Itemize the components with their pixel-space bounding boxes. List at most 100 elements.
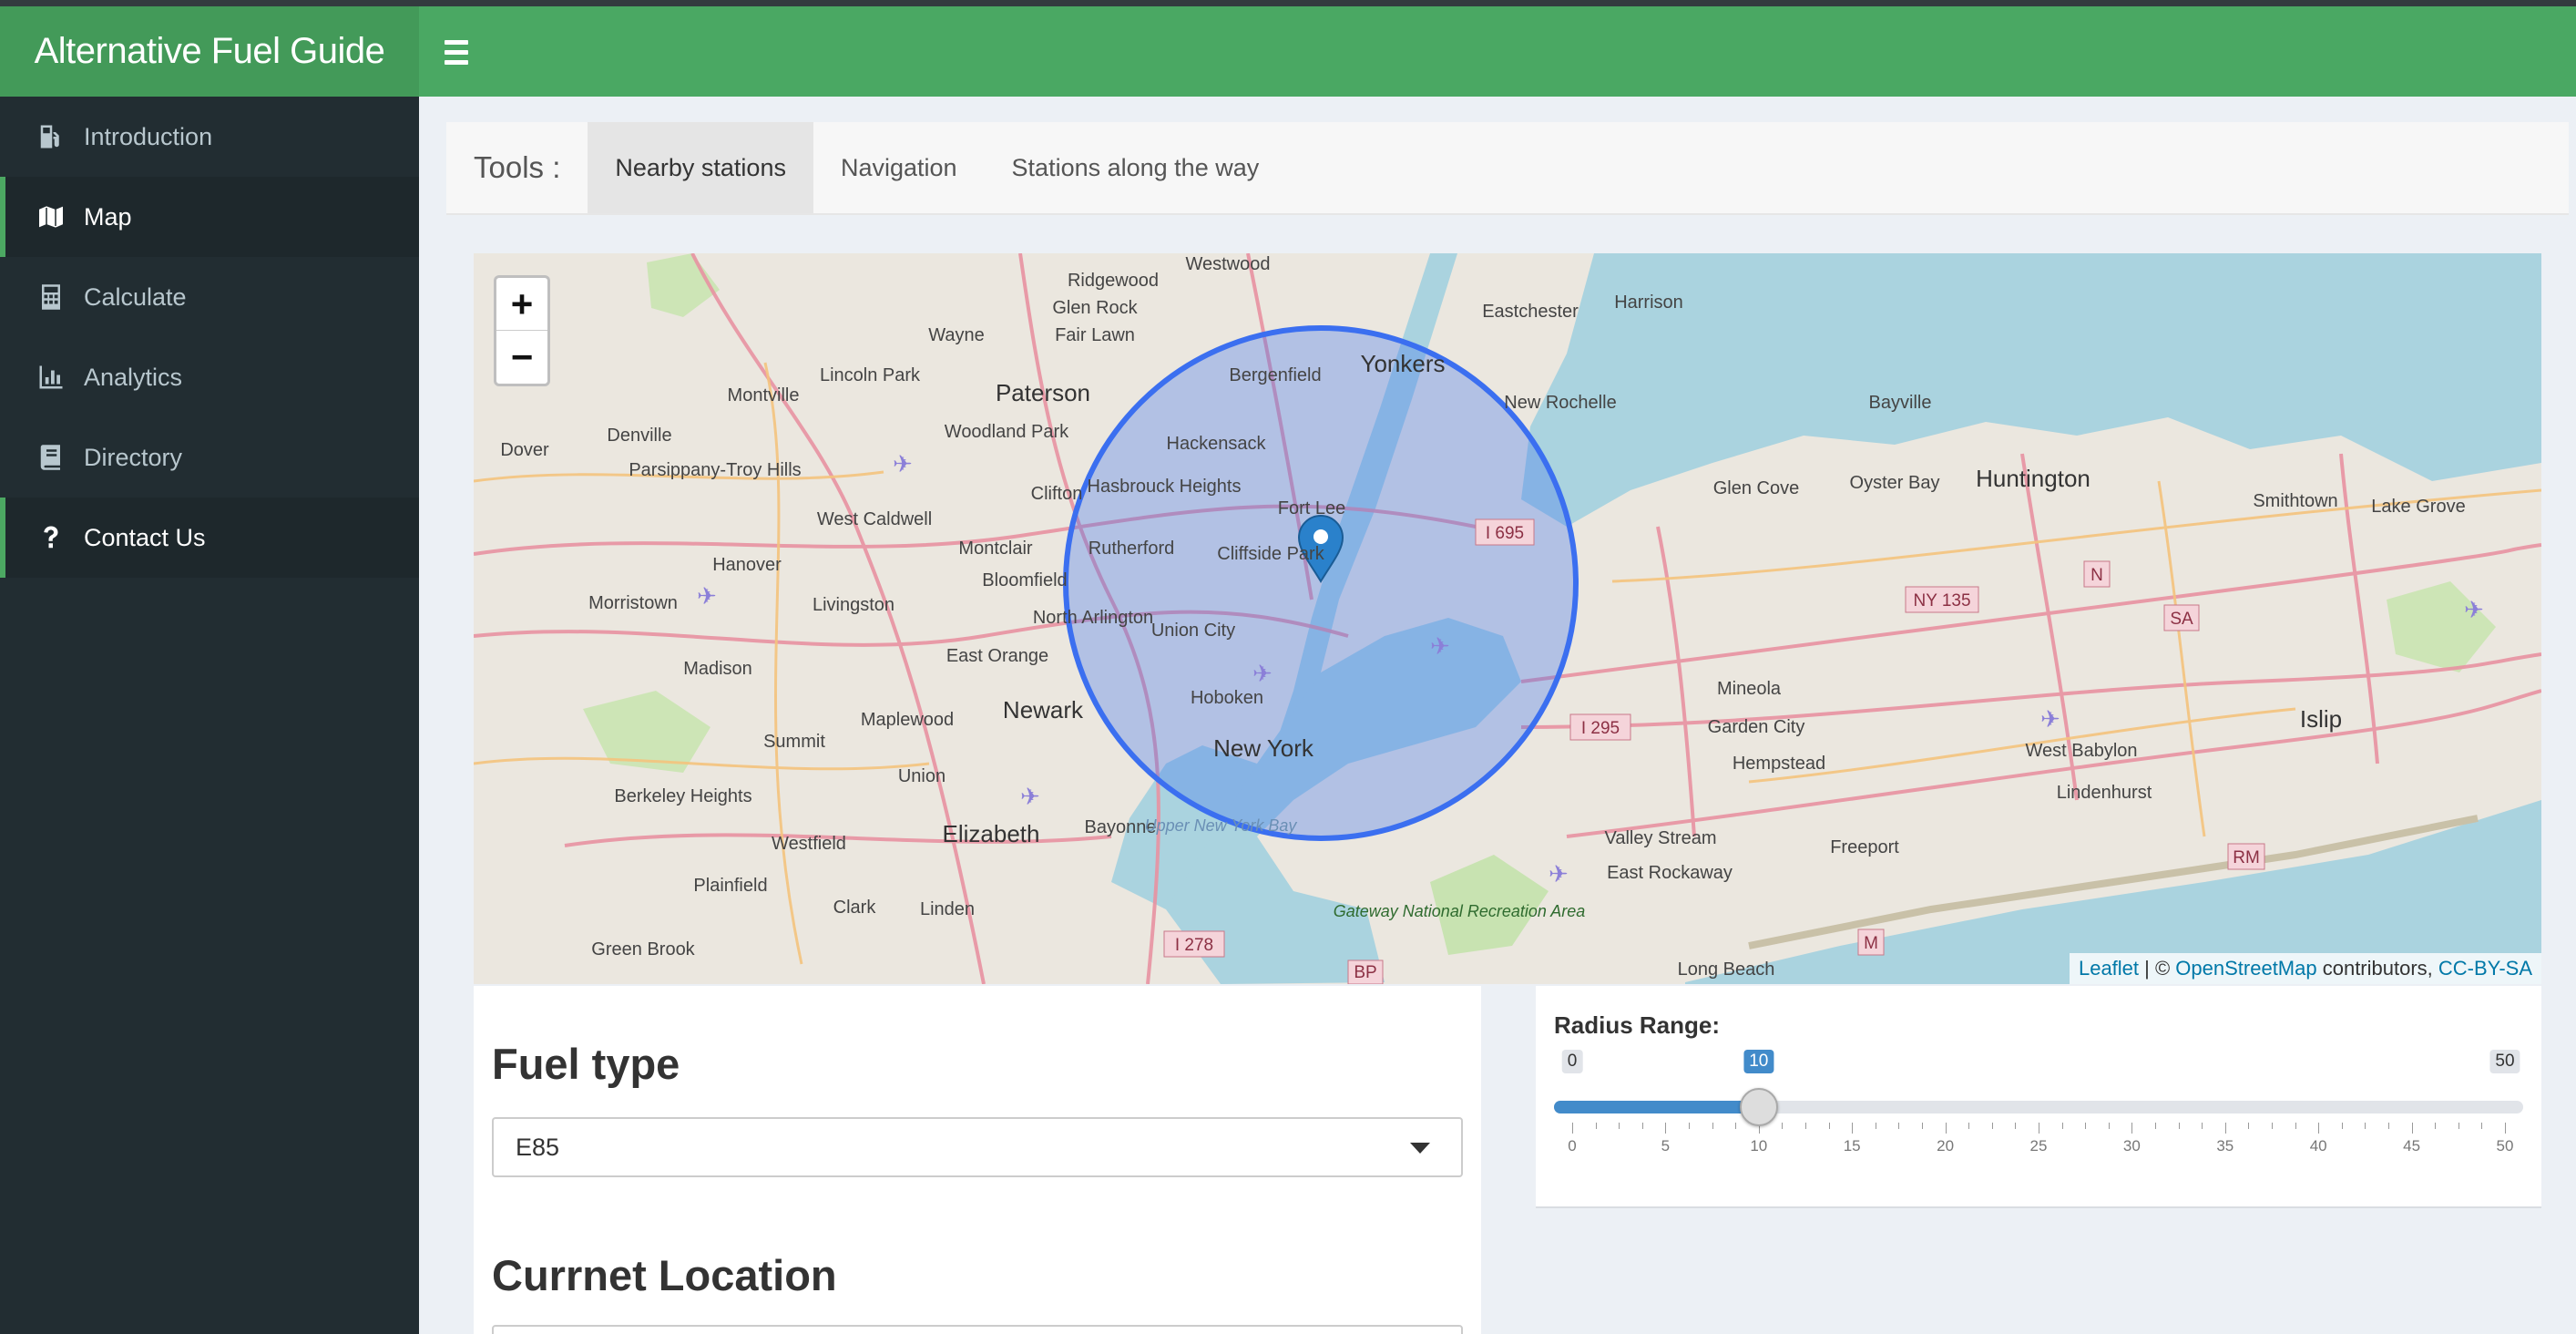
svg-text:Denville: Denville [607, 426, 671, 446]
attribution-contributors: contributors, [2316, 957, 2438, 980]
slider-tick [1782, 1123, 1784, 1129]
slider-tick [2458, 1123, 2459, 1129]
svg-text:Hackensack: Hackensack [1167, 434, 1267, 454]
svg-text:Newark: Newark [1003, 696, 1084, 723]
svg-text:✈: ✈ [697, 582, 717, 610]
slider-tick [1689, 1123, 1690, 1129]
sidebar-item-introduction[interactable]: Introduction [0, 97, 419, 177]
fuel-type-heading: Fuel type [492, 1040, 680, 1088]
radius-slider[interactable]: 0 50 10 0 5 10 15 20 25 30 35 40 45 50 [1554, 1050, 2523, 1186]
svg-text:Montclair: Montclair [958, 539, 1032, 559]
svg-text:Lindenhurst: Lindenhurst [2057, 783, 2152, 803]
slider-tick [1619, 1123, 1620, 1129]
svg-text:Wayne: Wayne [928, 325, 985, 345]
svg-text:Paterson: Paterson [996, 379, 1090, 406]
slider-tick [2224, 1123, 2226, 1134]
current-location-heading: Currnet Location [492, 1251, 837, 1299]
slider-tick [1991, 1123, 1993, 1129]
hamburger-menu-icon[interactable] [445, 34, 481, 70]
cc-by-sa-link[interactable]: CC-BY-SA [2438, 957, 2532, 980]
slider-tick [1852, 1123, 1854, 1134]
svg-text:Summit: Summit [763, 732, 825, 752]
slider-tick [2318, 1123, 2320, 1134]
svg-text:I 278: I 278 [1175, 936, 1213, 955]
svg-text:Upper New York Bay: Upper New York Bay [1145, 816, 1298, 835]
sidebar-item-analytics[interactable]: Analytics [0, 337, 419, 417]
svg-text:Huntington: Huntington [1976, 465, 2090, 492]
tab-nearby-stations[interactable]: Nearby stations [588, 122, 813, 213]
svg-text:Bayville: Bayville [1869, 393, 1932, 413]
slider-tick [2388, 1123, 2389, 1129]
sidebar-item-contact-us[interactable]: Contact Us [0, 498, 419, 578]
svg-text:Yonkers: Yonkers [1361, 350, 1446, 377]
fuel-type-select[interactable]: E85 [492, 1117, 1463, 1177]
svg-text:Westwood: Westwood [1185, 254, 1270, 274]
zoom-control: + − [494, 275, 550, 386]
slider-tick [1735, 1123, 1737, 1129]
svg-text:Cliffside Park: Cliffside Park [1217, 544, 1324, 564]
svg-text:Bergenfield: Bergenfield [1229, 365, 1321, 385]
fuel-type-value: E85 [516, 1133, 560, 1161]
svg-text:Fort Lee: Fort Lee [1278, 498, 1345, 518]
svg-text:Oyster Bay: Oyster Bay [1850, 473, 1940, 493]
svg-text:N: N [2090, 566, 2103, 585]
zoom-in-button[interactable]: + [496, 278, 547, 331]
zoom-out-button[interactable]: − [496, 331, 547, 384]
svg-text:Union: Union [898, 766, 946, 786]
svg-text:North Arlington: North Arlington [1033, 608, 1153, 628]
slider-fill [1554, 1101, 1759, 1113]
openstreetmap-link[interactable]: OpenStreetMap [2175, 957, 2316, 980]
svg-text:✈: ✈ [2040, 705, 2060, 733]
slider-tick-label: 10 [1750, 1137, 1768, 1154]
svg-text:Glen Rock: Glen Rock [1052, 298, 1138, 318]
calculator-icon [36, 282, 66, 312]
svg-text:I 695: I 695 [1486, 524, 1524, 543]
svg-text:Elizabeth: Elizabeth [943, 820, 1040, 847]
svg-text:Smithtown: Smithtown [2253, 491, 2337, 511]
slider-tick [1968, 1123, 1970, 1129]
slider-tick [1898, 1123, 1900, 1129]
slider-min-label: 0 [1561, 1050, 1583, 1073]
svg-text:Plainfield: Plainfield [693, 876, 767, 896]
slider-tick-label: 5 [1661, 1137, 1671, 1154]
bar-chart-icon [36, 363, 66, 392]
tab-navigation[interactable]: Navigation [813, 122, 985, 213]
svg-text:Harrison: Harrison [1614, 292, 1683, 313]
sidebar-item-label: Contact Us [84, 523, 206, 551]
svg-text:Madison: Madison [683, 659, 752, 679]
svg-text:Long Beach: Long Beach [1678, 959, 1775, 980]
slider-handle[interactable] [1739, 1088, 1778, 1126]
svg-text:Westfield: Westfield [772, 834, 846, 854]
tools-label: Tools : [474, 150, 561, 184]
current-location-input[interactable] [492, 1325, 1463, 1334]
svg-text:Glen Cove: Glen Cove [1713, 478, 1800, 498]
svg-text:Union City: Union City [1151, 621, 1235, 641]
question-icon [36, 523, 66, 552]
slider-tick [1595, 1123, 1597, 1129]
svg-text:Green Brook: Green Brook [591, 939, 695, 959]
sidebar-item-map[interactable]: Map [0, 177, 419, 257]
slider-tick [2505, 1123, 2506, 1134]
tab-stations-along-the-way[interactable]: Stations along the way [985, 122, 1287, 213]
svg-text:Islip: Islip [2300, 705, 2342, 733]
svg-text:New York: New York [1213, 734, 1314, 762]
sidebar-item-calculate[interactable]: Calculate [0, 257, 419, 337]
svg-text:NY 135: NY 135 [1913, 591, 1970, 611]
sidebar-item-label: Directory [84, 443, 183, 471]
sidebar-item-directory[interactable]: Directory [0, 417, 419, 498]
map-view[interactable]: ✈ ✈ ✈ ✈ ✈ ✈ ✈ ✈ Westwood Ridgewood Glen … [474, 253, 2541, 984]
slider-tick-label: 50 [2496, 1137, 2514, 1154]
slider-tick [2178, 1123, 2180, 1129]
svg-text:✈: ✈ [893, 450, 913, 477]
top-navbar [419, 6, 2576, 97]
svg-text:RM: RM [2233, 848, 2260, 867]
svg-text:Morristown: Morristown [588, 593, 678, 613]
svg-text:West Babylon: West Babylon [2025, 741, 2137, 761]
slider-tick [1945, 1123, 1947, 1134]
svg-text:Freeport: Freeport [1830, 837, 1899, 857]
svg-text:Valley Stream: Valley Stream [1604, 828, 1716, 848]
window-top-strip [0, 0, 2576, 6]
search-options-panel: Fuel type E85 Currnet Location [474, 986, 1481, 1334]
slider-tick-label: 35 [2216, 1137, 2234, 1154]
leaflet-link[interactable]: Leaflet [2079, 957, 2139, 980]
